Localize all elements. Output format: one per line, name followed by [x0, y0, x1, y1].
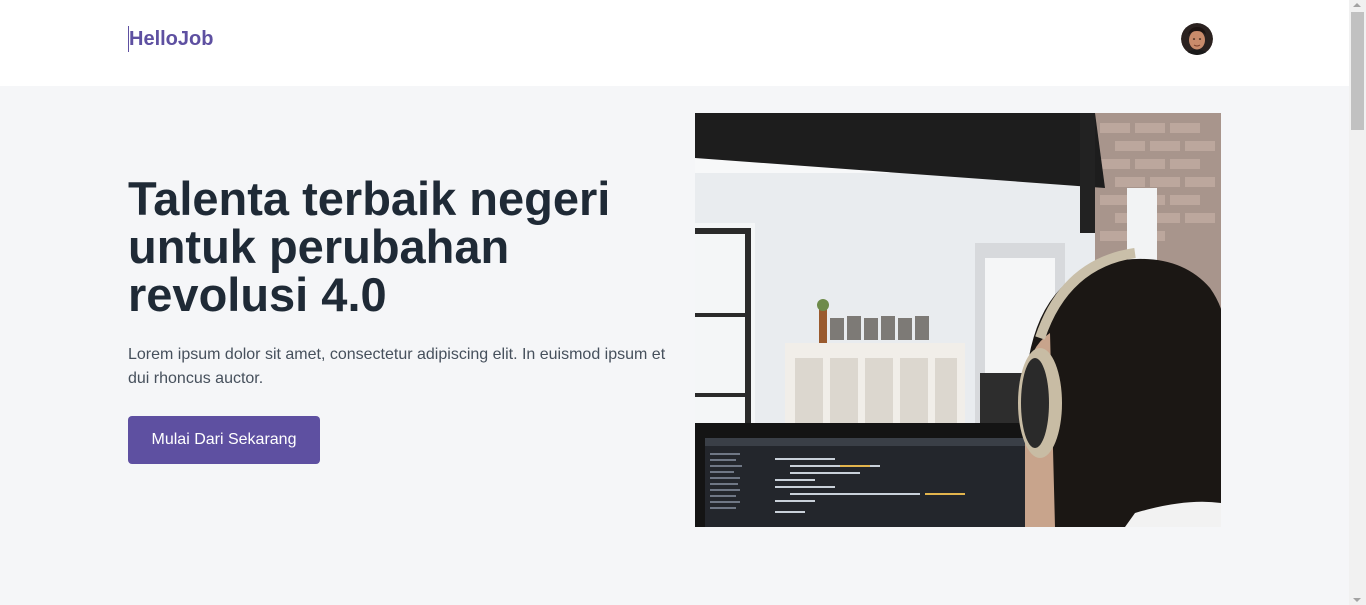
- developer-at-desk-photo: [695, 113, 1221, 527]
- get-started-button[interactable]: Mulai Dari Sekarang: [128, 416, 320, 464]
- avatar-image: [1181, 23, 1213, 55]
- scroll-up-icon[interactable]: [1353, 3, 1361, 7]
- page-scrollbar[interactable]: [1349, 0, 1366, 605]
- landing-page: HelloJob Talenta terbaik negeri untuk pe…: [0, 0, 1349, 605]
- scroll-thumb[interactable]: [1351, 12, 1364, 130]
- navbar: HelloJob: [0, 0, 1349, 86]
- hero-description: Lorem ipsum dolor sit amet, consectetur …: [128, 346, 666, 387]
- hero-title: Talenta terbaik negeri untuk perubahan r…: [128, 172, 611, 321]
- scroll-down-icon[interactable]: [1353, 598, 1361, 602]
- hero-image: [695, 113, 1221, 527]
- user-avatar-icon[interactable]: [1181, 23, 1213, 55]
- brand-logo[interactable]: HelloJob: [128, 26, 213, 52]
